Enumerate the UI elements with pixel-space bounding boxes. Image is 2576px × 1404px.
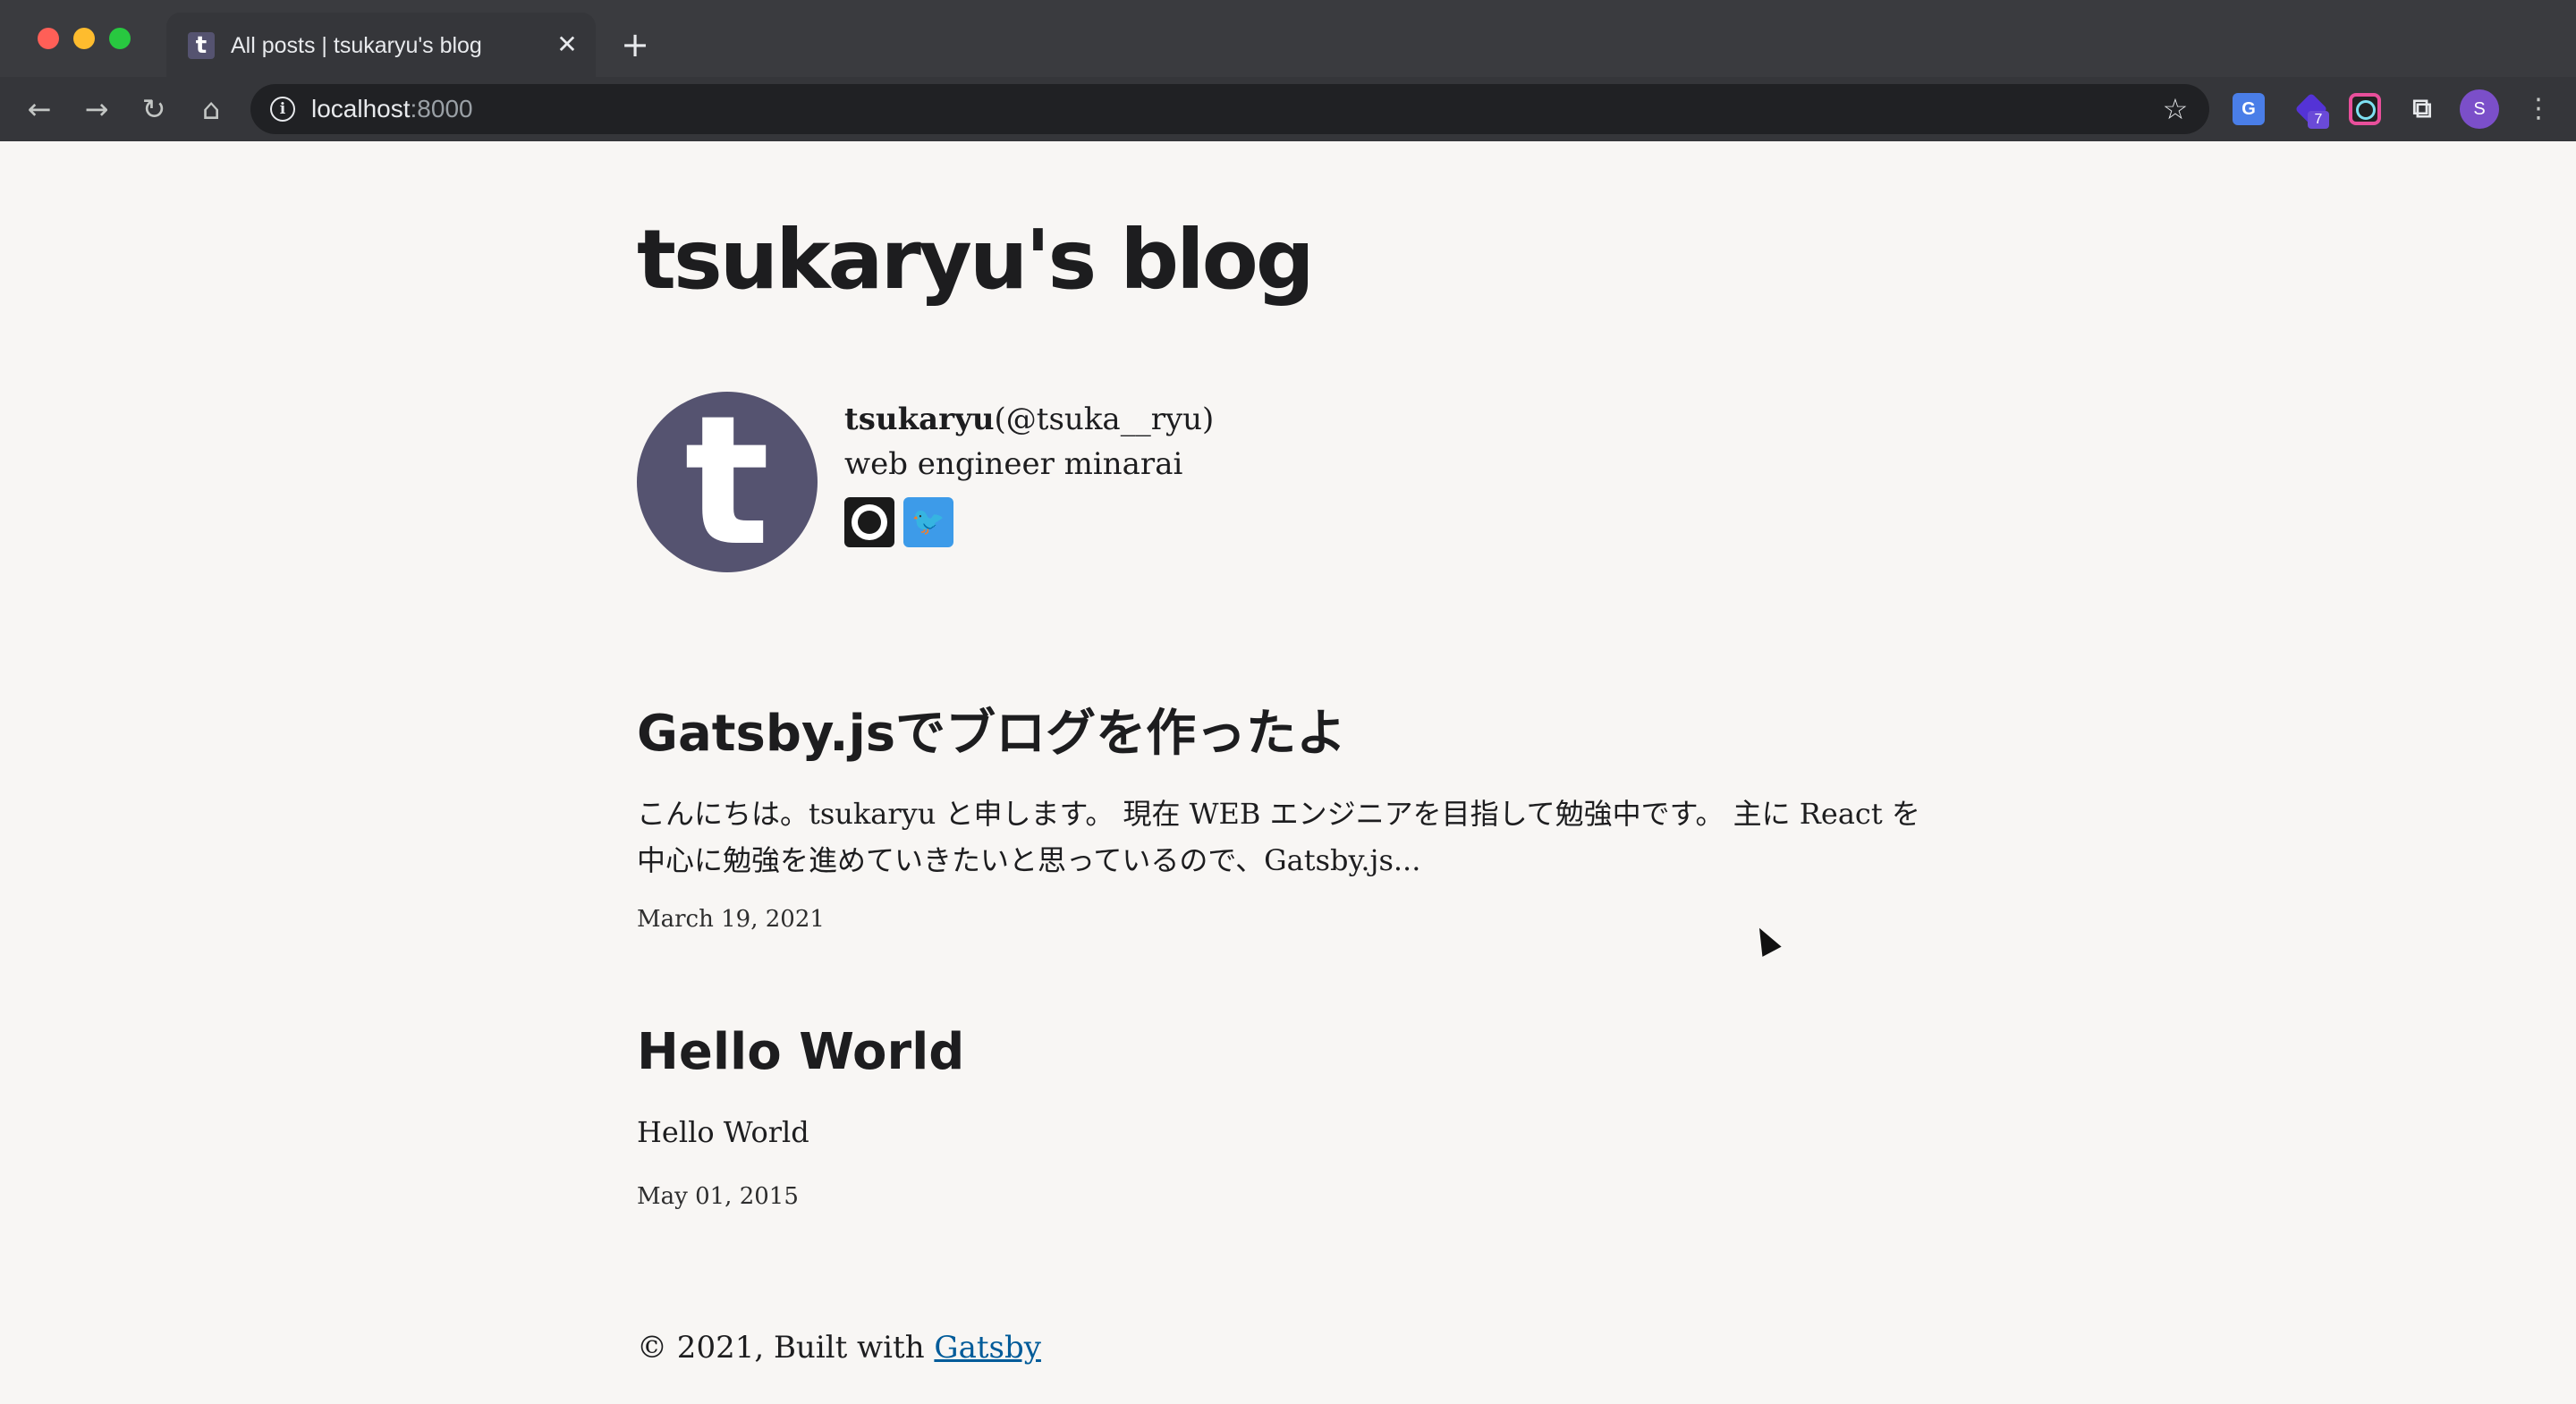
post-excerpt: こんにちは。tsukaryu と申します。 現在 WEB エンジニアを目指して勉… [637,797,1920,877]
profile-avatar[interactable]: S [2460,89,2499,129]
browser-toolbar: ← → ↻ ⌂ i localhost:8000 ☆ G 7 ⧉ S ⋮ [0,77,2576,141]
page-footer: © 2021, Built with Gatsby [637,1327,1041,1368]
home-icon[interactable]: ⌂ [193,91,229,127]
author-handle: (@tsuka__ryu) [994,402,1215,437]
url-port: :8000 [410,95,473,123]
extension-badge: 7 [2308,111,2329,129]
post-date: March 19, 2021 [637,906,825,933]
author-name: tsukaryu [844,402,995,437]
author-bio: t tsukaryu(@tsuka__ryu) web engineer min… [637,392,1531,572]
favicon-icon: t [188,32,215,59]
url-host: localhost [311,95,411,123]
extensions-puzzle-icon[interactable]: ⧉ [2406,93,2438,125]
tab-title: All posts | tsukaryu's blog [231,33,482,58]
github-icon[interactable] [844,497,894,547]
color-extension-icon[interactable] [2349,93,2381,125]
back-icon[interactable]: ← [21,91,57,127]
blog-title[interactable]: tsukaryu's blog [637,211,1315,309]
url-text[interactable]: localhost:8000 [311,91,473,127]
site-info-icon[interactable]: i [270,97,295,122]
post-excerpt: Hello World [637,1115,809,1149]
post-title-link[interactable]: Hello World [637,1021,964,1084]
author-description: web engineer minarai [844,446,1183,482]
gatsby-link[interactable]: Gatsby [934,1330,1041,1366]
address-bar[interactable]: i localhost:8000 ☆ [250,84,2209,134]
mouse-cursor-icon [1750,923,1782,957]
maximize-window-button[interactable] [109,28,131,49]
footer-text: © 2021, Built with [637,1330,935,1366]
close-window-button[interactable] [38,28,59,49]
browser-tabstrip: t All posts | tsukaryu's blog ✕ + [0,0,2576,77]
close-tab-icon[interactable]: ✕ [551,29,583,61]
forward-icon[interactable]: → [79,91,114,127]
reload-icon[interactable]: ↻ [136,91,172,127]
bookmark-star-icon[interactable]: ☆ [2157,91,2193,127]
post-title-link[interactable]: Gatsby.jsでブログを作ったよ [637,703,1346,765]
twitter-icon[interactable]: 🐦 [903,497,953,547]
browser-tab-active[interactable]: t All posts | tsukaryu's blog ✕ [166,13,596,77]
translate-extension-icon[interactable]: G [2233,93,2265,125]
post-date: May 01, 2015 [637,1183,799,1210]
author-avatar: t [637,392,818,572]
twitter-bird-glyph: 🐦 [911,506,945,537]
new-tab-button[interactable]: + [615,25,655,64]
author-name-line: tsukaryu(@tsuka__ryu) [844,399,1214,440]
minimize-window-button[interactable] [73,28,95,49]
browser-menu-icon[interactable]: ⋮ [2522,91,2555,127]
